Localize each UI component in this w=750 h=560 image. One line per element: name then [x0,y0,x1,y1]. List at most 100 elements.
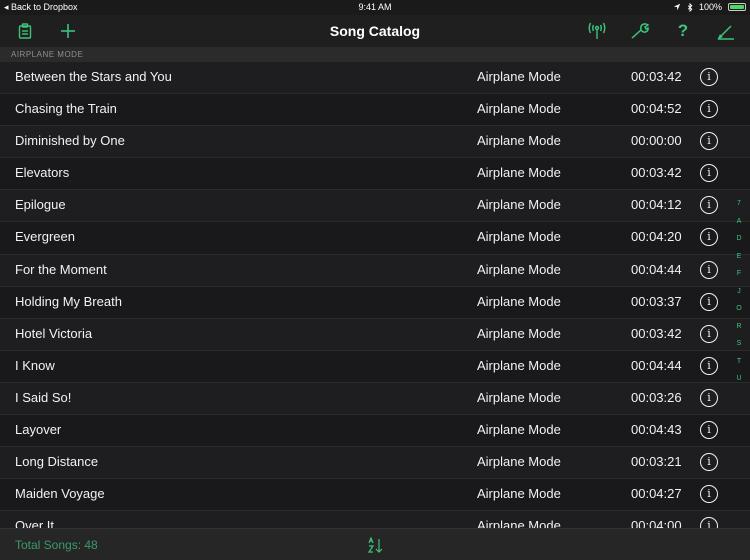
index-letter[interactable]: J [737,283,741,301]
song-title: Chasing the Train [15,101,117,117]
info-icon[interactable]: i [700,388,718,407]
song-row[interactable]: Long Distance Airplane Mode 00:03:21 i [0,447,750,480]
song-duration: 00:04:12 [631,197,682,213]
info-icon[interactable]: i [700,421,718,440]
info-icon[interactable]: i [700,485,718,504]
song-album: Airplane Mode [477,422,561,438]
help-button[interactable]: ? [672,21,694,41]
index-letter[interactable]: D [736,230,741,248]
broadcast-button[interactable] [586,21,608,41]
song-row[interactable]: Evergreen Airplane Mode 00:04:20 i [0,222,750,255]
battery-icon [728,3,746,11]
sort-button[interactable] [367,536,384,553]
song-album: Airplane Mode [477,454,561,470]
section-header: AIRPLANE MODE [0,48,750,62]
index-letter[interactable]: A [737,213,742,231]
song-row[interactable]: Maiden Voyage Airplane Mode 00:04:27 i [0,479,750,512]
info-icon[interactable]: i [700,132,718,151]
index-letter[interactable]: O [736,300,741,318]
info-icon[interactable]: i [700,453,718,472]
status-right: 100% [673,2,746,12]
song-album: Airplane Mode [477,518,561,528]
status-bar: ◂ Back to Dropbox 9:41 AM 100% [0,0,750,15]
song-list: Between the Stars and You Airplane Mode 00… [0,62,750,528]
index-letter[interactable]: T [737,353,741,371]
song-album: Airplane Mode [477,197,561,213]
song-duration: 00:04:52 [631,101,682,117]
song-album: Airplane Mode [477,133,561,149]
info-icon[interactable]: i [700,100,718,119]
song-album: Airplane Mode [477,165,561,181]
song-row[interactable]: Between the Stars and You Airplane Mode 00… [0,62,750,95]
song-title: Between the Stars and You [15,69,172,84]
song-album: Airplane Mode [477,486,561,502]
song-album: Airplane Mode [477,101,561,117]
song-row[interactable]: I Said So! Airplane Mode 00:03:26 i [0,382,750,416]
song-album: Airplane Mode [477,389,561,405]
song-title: Maiden Voyage [15,486,105,502]
wrench-icon [631,23,650,39]
info-icon[interactable]: i [700,196,718,215]
info-icon[interactable]: i [700,292,718,311]
song-row[interactable]: Diminished by One Airplane Mode 00:00:00 i [0,126,750,159]
battery-percent: 100% [698,2,722,12]
song-title: Elevators [15,165,70,181]
song-duration: 00:04:00 [631,518,682,528]
song-title: Over It [15,518,55,528]
song-duration: 00:04:20 [631,229,682,245]
song-duration: 00:03:21 [631,454,682,470]
song-row[interactable]: Hotel Victoria Airplane Mode 00:03:42 i [0,318,750,351]
info-icon[interactable]: i [700,164,718,183]
info-icon[interactable]: i [700,228,718,247]
settings-button[interactable] [629,21,651,41]
song-duration: 00:04:44 [631,357,682,373]
footer-toolbar: Total Songs: 48 [0,528,750,560]
song-title: I Said So! [15,389,72,405]
song-row[interactable]: Over It Airplane Mode 00:04:00 i [0,511,750,528]
info-icon[interactable]: i [700,68,718,86]
pencil-icon [717,25,734,40]
edit-button[interactable] [715,21,737,41]
song-duration: 00:03:37 [631,293,682,309]
index-letter[interactable]: S [737,335,742,353]
song-album: Airplane Mode [477,357,561,373]
song-row[interactable]: For the Moment Airplane Mode 00:04:44 i [0,254,750,287]
info-icon[interactable]: i [700,356,718,375]
song-duration: 00:04:44 [631,261,682,277]
song-album: Airplane Mode [477,293,561,309]
song-duration: 00:04:27 [631,486,682,502]
song-title: Long Distance [15,454,99,470]
song-album: Airplane Mode [477,261,561,277]
info-icon[interactable]: i [700,324,718,343]
bluetooth-icon [687,2,693,12]
song-duration: 00:04:43 [631,422,682,438]
info-icon[interactable]: i [700,517,718,528]
index-letter[interactable]: U [736,370,741,388]
index-letter[interactable]: F [737,265,741,283]
index-letter[interactable]: E [737,248,742,266]
alphabet-index[interactable]: 7ADEFJORSTU [730,195,748,388]
info-icon[interactable]: i [700,260,718,279]
index-letter[interactable]: R [736,318,741,336]
song-title: Evergreen [15,229,75,245]
song-duration: 00:03:42 [631,165,682,181]
song-title: Holding My Breath [15,293,122,309]
song-row[interactable]: Epilogue Airplane Mode 00:04:12 i [0,190,750,223]
song-row[interactable]: I Know Airplane Mode 00:04:44 i [0,350,750,383]
song-album: Airplane Mode [477,69,561,84]
sort-az-icon [367,536,383,553]
song-title: For the Moment [15,261,107,277]
status-time: 9:41 AM [358,2,392,12]
song-title: Diminished by One [15,133,125,149]
song-row[interactable]: Holding My Breath Airplane Mode 00:03:37 i [0,286,750,319]
song-album: Airplane Mode [477,229,561,245]
index-letter[interactable]: 7 [737,195,741,213]
song-duration: 00:03:42 [631,69,682,84]
song-row[interactable]: Elevators Airplane Mode 00:03:42 i [0,158,750,191]
song-row[interactable]: Layover Airplane Mode 00:04:43 i [0,415,750,448]
broadcast-icon [588,22,606,39]
song-title: I Know [15,357,55,373]
song-title: Layover [15,422,62,438]
song-row[interactable]: Chasing the Train Airplane Mode 00:04:52 i [0,94,750,127]
song-duration: 00:00:00 [631,133,682,149]
